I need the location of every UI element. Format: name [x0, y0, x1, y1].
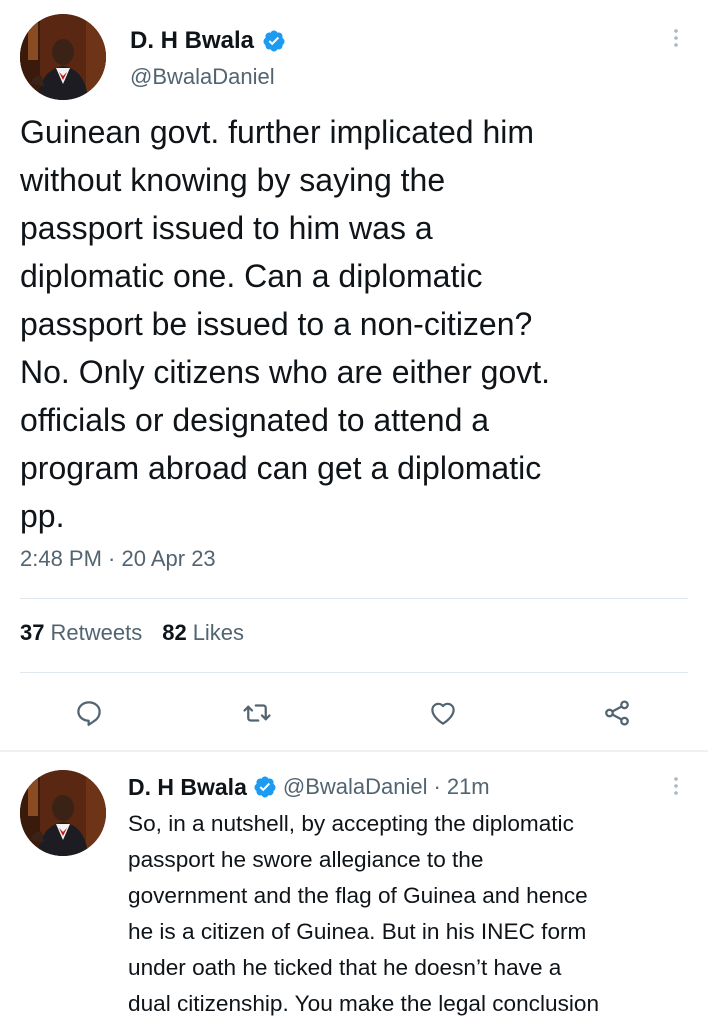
tweet-detail-page: D. H Bwala @BwalaDaniel Guinean govt. fu… [0, 0, 708, 1024]
reply-icon[interactable] [72, 696, 106, 730]
verified-badge-icon [253, 775, 277, 799]
retweets-stat[interactable]: 37 Retweets [20, 620, 142, 646]
divider [20, 598, 688, 599]
share-icon[interactable] [600, 696, 634, 730]
divider [20, 672, 688, 673]
tweet-timestamp[interactable]: 2:48 PM · 20 Apr 23 [20, 546, 216, 572]
tweet-actions [0, 690, 708, 734]
reply-text: So, in a nutshell, by accepting the dipl… [128, 806, 698, 1022]
verified-badge-icon [262, 29, 286, 53]
separator-dot: · [433, 774, 441, 799]
reply-text-line: dual citizenship. You make the legal con… [128, 991, 600, 1016]
avatar[interactable] [20, 14, 106, 100]
author-name[interactable]: D. H Bwala [130, 27, 254, 55]
reply-text-line: under oath he ticked that he doesn’t hav… [128, 955, 562, 980]
reply-text-line: passport he swore allegiance to the [128, 847, 484, 872]
author-handle[interactable]: @BwalaDaniel [130, 64, 275, 90]
retweet-icon[interactable] [240, 696, 274, 730]
author-row: D. H Bwala [130, 24, 286, 58]
reply-text-line: government and the flag of Guinea and he… [128, 883, 588, 908]
heart-icon[interactable] [426, 696, 460, 730]
avatar[interactable] [20, 770, 106, 856]
reply-header: D. H Bwala @BwalaDaniel · 21m [128, 770, 490, 804]
more-options-icon[interactable] [664, 774, 688, 798]
likes-count: 82 [162, 620, 187, 645]
reply-time[interactable]: 21m [447, 774, 490, 800]
author-name[interactable]: D. H Bwala [128, 774, 247, 801]
author-handle[interactable]: @BwalaDaniel [283, 774, 428, 800]
retweets-label: Retweets [50, 620, 143, 645]
likes-label: Likes [192, 620, 245, 645]
reply-text-line: So, in a nutshell, by accepting the dipl… [128, 811, 574, 836]
reply-text-line: he is a citizen of Guinea. But in his IN… [128, 919, 587, 944]
likes-stat[interactable]: 82 Likes [162, 620, 244, 646]
retweets-count: 37 [20, 620, 45, 645]
engagement-stats: 37 Retweets 82 Likes [20, 620, 244, 646]
tweet-text: Guinean govt. further implicated him wit… [20, 114, 551, 534]
more-options-icon[interactable] [664, 26, 688, 50]
section-separator [0, 750, 708, 752]
